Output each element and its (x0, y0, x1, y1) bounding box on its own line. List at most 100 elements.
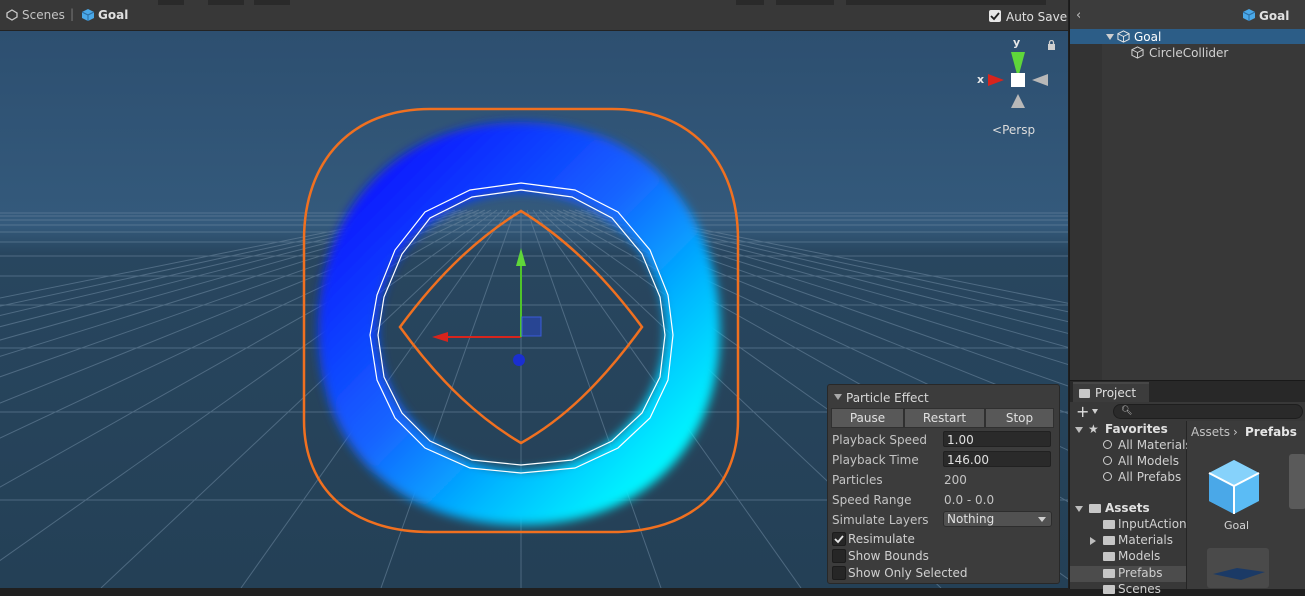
breadcrumb-goal[interactable]: Goal (98, 8, 128, 22)
gizmo-xy-plane[interactable] (521, 316, 542, 337)
back-chevron-icon[interactable]: ‹ (1076, 8, 1081, 23)
restart-button[interactable]: Restart (904, 408, 985, 428)
perspective-icon: < (992, 123, 1003, 137)
asset-item-label[interactable]: Goal (1224, 519, 1249, 532)
folder-icon (1103, 552, 1115, 561)
toolbar-tab[interactable] (776, 0, 834, 5)
favorites-label[interactable]: Favorites (1105, 422, 1168, 436)
pause-button[interactable]: Pause (831, 408, 904, 428)
tab-project-label: Project (1095, 386, 1137, 400)
gameobject-cube-icon (1131, 46, 1144, 59)
auto-save-checkbox[interactable] (989, 10, 1001, 22)
scene-toolbar: Scenes | Goal Auto Save (0, 0, 1068, 31)
expand-arrow-icon[interactable] (1106, 34, 1114, 40)
show-bounds-checkbox[interactable] (832, 549, 846, 563)
expand-arrow-icon[interactable] (1075, 427, 1083, 433)
lock-icon[interactable] (1047, 40, 1056, 50)
playback-time-field[interactable]: 146.00 (943, 451, 1051, 467)
show-only-selected-label[interactable]: Show Only Selected (848, 566, 968, 580)
search-icon (1103, 472, 1112, 481)
favorites-item[interactable]: All Prefabs (1118, 470, 1181, 484)
search-icon (1103, 456, 1112, 465)
collapse-arrow-icon[interactable] (834, 394, 842, 400)
speed-range-value: 0.0 - 0.0 (944, 493, 995, 507)
project-folder-tree: ★ Favorites All Materials All Models All… (1070, 421, 1193, 589)
projection-toggle[interactable]: <Persp (992, 123, 1035, 137)
playback-speed-label: Playback Speed (832, 433, 927, 447)
prefab-cube-icon[interactable] (1205, 457, 1263, 517)
favorites-item[interactable]: All Materials (1118, 438, 1192, 452)
project-tab-bar: Project (1070, 381, 1305, 402)
search-icon: 🔍︎ (1121, 406, 1133, 416)
unity-scene-icon[interactable] (6, 9, 18, 21)
orientation-center-cube[interactable] (1011, 73, 1025, 87)
toolbar-tab[interactable] (736, 0, 764, 5)
folder-icon (1103, 520, 1115, 529)
dropdown-arrow-icon (1038, 517, 1046, 522)
assets-folder[interactable]: Scenes (1118, 582, 1161, 596)
breadcrumb-chevron-icon: › (1233, 425, 1238, 439)
particles-value: 200 (944, 473, 967, 487)
orientation-y-label: y (1013, 36, 1020, 49)
search-icon (1103, 440, 1112, 449)
playback-speed-field[interactable]: 1.00 (943, 431, 1051, 447)
asset-breadcrumb-prefabs[interactable]: Prefabs (1245, 425, 1297, 439)
breadcrumb-scenes[interactable]: Scenes (22, 8, 65, 22)
resimulate-label[interactable]: Resimulate (848, 532, 915, 546)
project-search-input[interactable]: 🔍︎ (1113, 404, 1303, 419)
folder-icon (1103, 536, 1115, 545)
gameobject-cube-icon (1117, 30, 1130, 43)
checkmark-icon (834, 535, 844, 544)
plane-thumbnail-icon (1213, 568, 1265, 580)
breadcrumb-separator: | (70, 7, 75, 21)
assets-folder[interactable]: InputActions (1118, 517, 1193, 531)
create-plus-button[interactable]: + (1076, 402, 1089, 421)
prefab-cube-icon (1242, 9, 1256, 21)
simulate-layers-value: Nothing (947, 512, 995, 526)
toolbar-tab[interactable] (158, 0, 184, 5)
toolbar-tab[interactable] (208, 0, 244, 5)
simulate-layers-dropdown[interactable]: Nothing (943, 511, 1052, 527)
folder-icon (1089, 504, 1101, 513)
hierarchy-item-circlecollider[interactable]: CircleCollider (1149, 46, 1228, 60)
gizmo-z-handle[interactable] (513, 354, 525, 366)
project-asset-browser: Assets › Prefabs Goal (1187, 421, 1305, 589)
folder-icon (1103, 585, 1115, 594)
assets-folder[interactable]: Prefabs (1118, 566, 1163, 580)
toolbar-tab[interactable] (254, 0, 290, 5)
simulate-layers-label: Simulate Layers (832, 513, 929, 527)
tab-project[interactable]: Project (1073, 382, 1149, 402)
particles-label: Particles (832, 473, 883, 487)
hierarchy-item-goal[interactable]: Goal (1134, 30, 1161, 44)
checkmark-icon (990, 12, 1000, 21)
star-icon: ★ (1088, 422, 1099, 436)
assets-folder[interactable]: Materials (1118, 533, 1173, 547)
show-bounds-label[interactable]: Show Bounds (848, 549, 929, 563)
speed-range-label: Speed Range (832, 493, 912, 507)
hierarchy-header: ‹ Goal (1070, 0, 1305, 31)
auto-save-label[interactable]: Auto Save (1006, 10, 1067, 24)
chevron-down-icon[interactable] (1092, 409, 1098, 414)
stop-button[interactable]: Stop (985, 408, 1054, 428)
folder-icon (1103, 569, 1115, 578)
collapsed-arrow-icon[interactable] (1090, 537, 1096, 545)
toolbar-tab[interactable] (846, 0, 1046, 5)
asset-breadcrumb-assets[interactable]: Assets (1191, 425, 1230, 439)
prefab-cube-icon (81, 9, 95, 21)
favorites-item[interactable]: All Models (1118, 454, 1179, 468)
particle-effect-title: Particle Effect (846, 391, 929, 405)
hierarchy-gutter (1070, 44, 1102, 380)
show-only-selected-checkbox[interactable] (832, 566, 846, 580)
assets-folder[interactable]: Models (1118, 549, 1160, 563)
hierarchy-panel: ‹ Goal Goal CircleCollider (1069, 0, 1305, 380)
asset-thumbnail[interactable] (1207, 548, 1269, 588)
orientation-x-label: x (977, 73, 984, 86)
hierarchy-title: Goal (1259, 9, 1290, 23)
folder-icon (1079, 389, 1090, 398)
expand-arrow-icon[interactable] (1075, 506, 1083, 512)
resimulate-checkbox[interactable] (832, 532, 846, 546)
asset-thumbnail[interactable] (1289, 454, 1305, 509)
scene-view[interactable]: y x Scenes | Goal Auto Save <Persp Parti… (0, 0, 1068, 588)
assets-label[interactable]: Assets (1105, 501, 1150, 515)
playback-time-label: Playback Time (832, 453, 919, 467)
